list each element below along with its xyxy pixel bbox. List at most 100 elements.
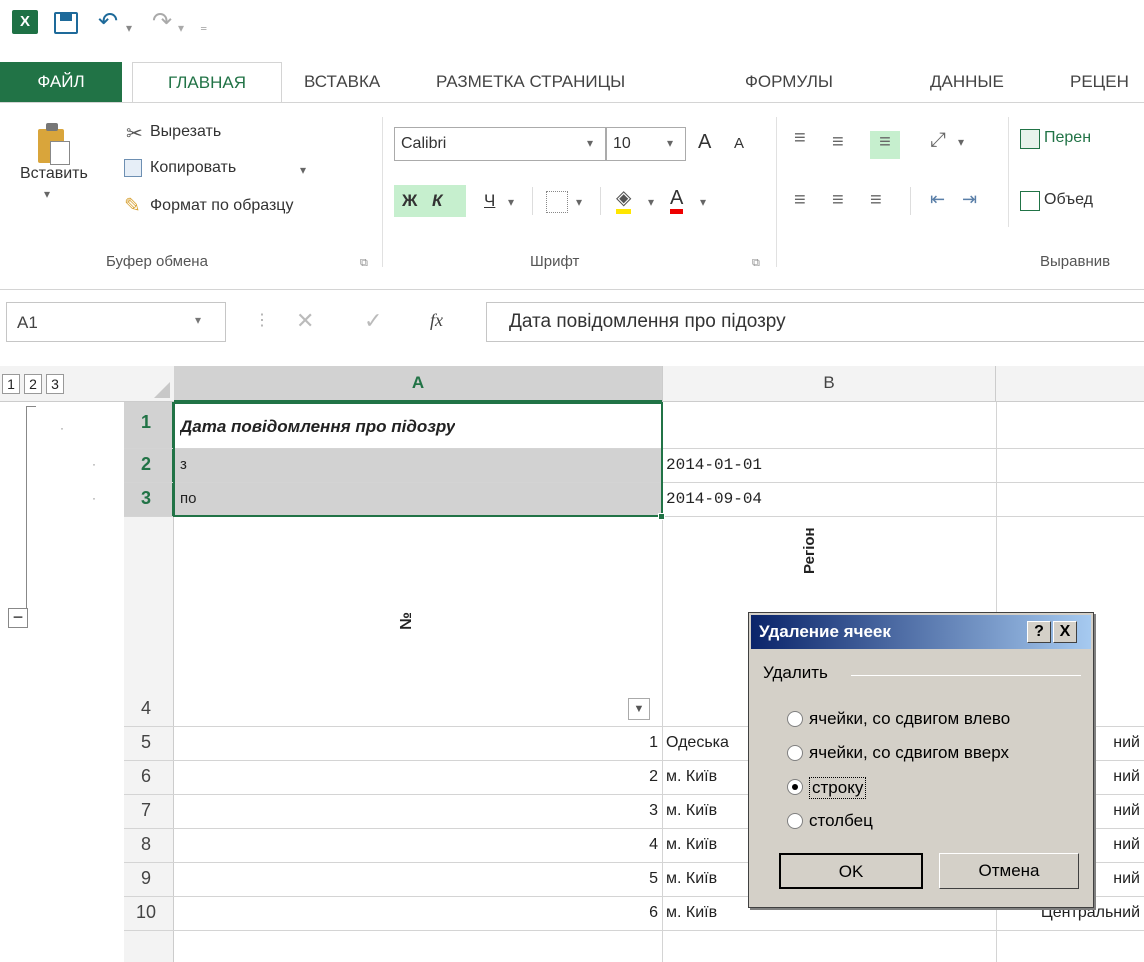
align-bottom-icon[interactable]: ≡ xyxy=(870,131,900,159)
insert-function-icon[interactable]: fx xyxy=(430,310,443,331)
cell-b5[interactable]: Одеська xyxy=(666,726,729,760)
outline-level-1[interactable]: 1 xyxy=(2,374,20,394)
redo-dropdown-icon[interactable]: ▾ xyxy=(178,14,184,42)
option-shift-left-label[interactable]: ячейки, со сдвигом влево xyxy=(809,709,1010,729)
row-header-2[interactable]: 2 xyxy=(120,454,172,475)
row-header-5[interactable]: 5 xyxy=(120,732,172,753)
column-header-a[interactable]: A xyxy=(174,366,662,402)
grow-font-icon[interactable]: A xyxy=(698,131,711,154)
italic-button[interactable]: К xyxy=(432,191,442,211)
format-painter-button[interactable]: Формат по образцу xyxy=(150,197,293,215)
radio-entire-column[interactable] xyxy=(787,813,803,829)
row-header-8[interactable]: 8 xyxy=(120,834,172,855)
row-header-3[interactable]: 3 xyxy=(120,488,172,509)
tab-review[interactable]: РЕЦЕН xyxy=(1070,62,1129,102)
radio-shift-left[interactable] xyxy=(787,711,803,727)
tab-insert[interactable]: ВСТАВКА xyxy=(304,62,380,102)
font-launcher-icon[interactable]: ⧉ xyxy=(752,257,760,270)
tab-data[interactable]: ДАННЫЕ xyxy=(930,62,1004,102)
customize-qat-icon[interactable]: ₌ xyxy=(200,12,207,40)
enter-icon[interactable]: ✓ xyxy=(364,308,382,334)
cell-a4[interactable]: № xyxy=(390,612,424,630)
font-name-dropdown-icon[interactable]: ▾ xyxy=(587,136,593,150)
dialog-title-bar[interactable]: Удаление ячеек ? X xyxy=(751,615,1091,649)
orientation-icon[interactable]: ⤢ xyxy=(930,129,946,152)
align-top-icon[interactable]: ≡ xyxy=(794,127,806,150)
cell-b7[interactable]: м. Київ xyxy=(666,794,717,828)
cell-a1[interactable]: Дата повідомлення про підозру xyxy=(180,410,455,444)
cell-b8[interactable]: м. Київ xyxy=(666,828,717,862)
font-size-dropdown-icon[interactable]: ▾ xyxy=(667,136,673,150)
bold-button[interactable]: Ж xyxy=(402,191,417,211)
cell-a9[interactable]: 5 xyxy=(180,862,658,896)
font-size-box[interactable]: 10 ▾ xyxy=(606,127,686,161)
fill-color-dropdown-icon[interactable]: ▾ xyxy=(648,195,654,209)
undo-dropdown-icon[interactable]: ▾ xyxy=(126,14,132,42)
outline-level-3[interactable]: 3 xyxy=(46,374,64,394)
save-icon[interactable] xyxy=(54,12,78,34)
cell-b6[interactable]: м. Київ xyxy=(666,760,717,794)
formula-input[interactable]: Дата повідомлення про підозру xyxy=(486,302,1144,342)
row-header-10[interactable]: 10 xyxy=(120,902,172,923)
filter-dropdown-icon[interactable]: ▼ xyxy=(628,698,650,720)
paste-dropdown-icon[interactable]: ▾ xyxy=(44,187,50,201)
option-shift-up-label[interactable]: ячейки, со сдвигом вверх xyxy=(809,743,1009,763)
align-middle-icon[interactable]: ≡ xyxy=(832,131,844,154)
fill-color-icon[interactable]: ◈ xyxy=(616,187,632,214)
orientation-dropdown-icon[interactable]: ▾ xyxy=(958,135,964,149)
copy-button[interactable]: Копировать xyxy=(150,159,236,177)
clipboard-launcher-icon[interactable]: ⧉ xyxy=(360,257,368,270)
fill-handle[interactable] xyxy=(658,513,665,520)
row-header-9[interactable]: 9 xyxy=(120,868,172,889)
paste-icon[interactable] xyxy=(38,123,72,167)
cut-button[interactable]: Вырезать xyxy=(150,123,221,141)
select-all-button[interactable] xyxy=(124,366,174,402)
align-right-icon[interactable]: ≡ xyxy=(870,189,882,212)
cell-a6[interactable]: 2 xyxy=(180,760,658,794)
borders-icon[interactable] xyxy=(546,191,568,213)
copy-dropdown-icon[interactable]: ▾ xyxy=(300,163,306,177)
cancel-icon[interactable]: ✕ xyxy=(296,308,314,334)
cell-a7[interactable]: 3 xyxy=(180,794,658,828)
borders-dropdown-icon[interactable]: ▾ xyxy=(576,195,582,209)
column-header-b[interactable]: B xyxy=(662,366,996,402)
radio-entire-row[interactable] xyxy=(787,779,803,795)
undo-icon[interactable]: ↶ xyxy=(98,8,118,36)
option-entire-row-label[interactable]: строку xyxy=(809,777,867,799)
font-name-box[interactable]: Calibri ▾ xyxy=(394,127,606,161)
ok-button[interactable]: OK xyxy=(779,853,923,889)
cell-a10[interactable]: 6 xyxy=(180,896,658,930)
cell-a5[interactable]: 1 xyxy=(180,726,658,760)
align-center-icon[interactable]: ≡ xyxy=(832,189,844,212)
cell-b2[interactable]: 2014-01-01 xyxy=(666,448,762,482)
row-header-1[interactable]: 1 xyxy=(120,412,172,433)
increase-indent-icon[interactable]: ⇥ xyxy=(962,189,977,210)
cell-a3[interactable]: по xyxy=(180,482,196,516)
name-box-dropdown-icon[interactable]: ▾ xyxy=(195,313,201,327)
decrease-indent-icon[interactable]: ⇤ xyxy=(930,189,945,210)
cell-a8[interactable]: 4 xyxy=(180,828,658,862)
underline-button[interactable]: Ч xyxy=(484,191,495,211)
close-button[interactable]: X xyxy=(1053,621,1077,643)
merge-button[interactable]: Объед xyxy=(1044,191,1093,209)
row-header-4[interactable]: 4 xyxy=(120,698,172,719)
outline-collapse-button[interactable]: − xyxy=(8,608,28,628)
excel-icon[interactable]: X xyxy=(12,10,38,34)
row-header-6[interactable]: 6 xyxy=(120,766,172,787)
align-left-icon[interactable]: ≡ xyxy=(794,189,806,212)
shrink-font-icon[interactable]: A xyxy=(734,135,744,152)
tab-page-layout[interactable]: РАЗМЕТКА СТРАНИЦЫ xyxy=(436,62,625,102)
tab-formulas[interactable]: ФОРМУЛЫ xyxy=(745,62,833,102)
radio-shift-up[interactable] xyxy=(787,745,803,761)
redo-icon[interactable]: ↷ xyxy=(152,8,172,36)
cell-a2[interactable]: з xyxy=(180,448,187,482)
option-entire-column-label[interactable]: столбец xyxy=(809,811,873,831)
row-header-7[interactable]: 7 xyxy=(120,800,172,821)
cell-b10[interactable]: м. Київ xyxy=(666,896,717,930)
cell-b9[interactable]: м. Київ xyxy=(666,862,717,896)
font-color-dropdown-icon[interactable]: ▾ xyxy=(700,195,706,209)
tab-home[interactable]: ГЛАВНАЯ xyxy=(132,62,282,102)
cell-b3[interactable]: 2014-09-04 xyxy=(666,482,762,516)
tab-file[interactable]: ФАЙЛ xyxy=(0,62,122,102)
wrap-text-button[interactable]: Перен xyxy=(1044,129,1091,147)
